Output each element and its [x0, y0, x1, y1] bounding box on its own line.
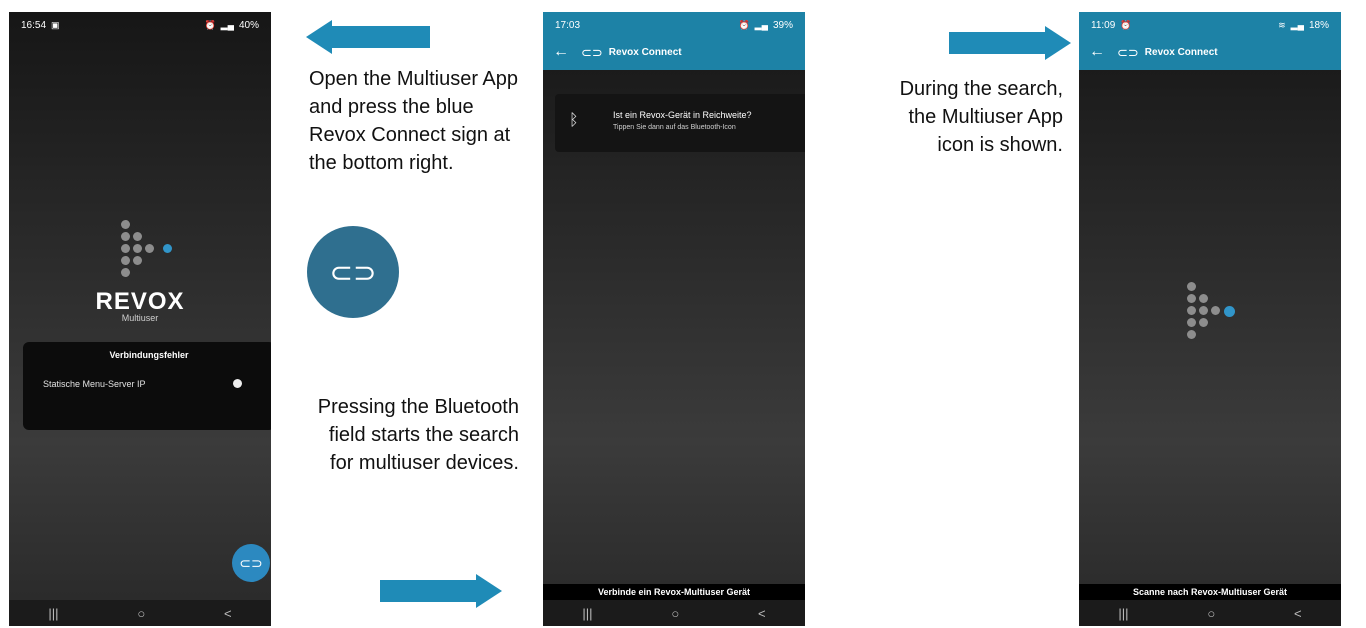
- alarm-icon: ⏰: [204, 19, 216, 30]
- connection-error-dialog: Verbindungsfehler Statische Menu-Server …: [23, 342, 271, 430]
- right-arrow-top: [949, 26, 1073, 60]
- alarm-icon: ⏰: [738, 19, 750, 30]
- wifi-icon: ≋: [1278, 19, 1286, 30]
- status-time: 16:54: [21, 19, 47, 31]
- link-icon: ⊂⊃: [1117, 44, 1139, 60]
- static-server-ip-label: Statische Menu-Server IP: [43, 379, 146, 389]
- link-icon: ⊂⊃: [581, 44, 603, 60]
- instruction-pressing-bluetooth: Pressing the Bluetooth field starts the …: [317, 396, 519, 474]
- phone-screen-2: 17:03 ⏰ ▂▄ 39% ← ⊂⊃ Revox Connect ᛒ Ist ei…: [543, 12, 805, 626]
- home-icon[interactable]: ○: [671, 606, 679, 621]
- brand-name: REVOX: [95, 288, 185, 315]
- status-bar: 17:03 ⏰ ▂▄ 39%: [543, 12, 805, 38]
- battery-level: 40%: [238, 19, 259, 31]
- home-icon[interactable]: ○: [1207, 606, 1215, 621]
- phone-screen-1: 16:54 ▣ ⏰ ▂▄ 40% REVOX Multiuser Verbindung…: [9, 12, 271, 626]
- status-time: 11:09: [1091, 19, 1116, 31]
- bluetooth-icon: ᛒ: [569, 112, 579, 129]
- bluetooth-card[interactable]: ᛒ Ist ein Revox-Gerät in Reichweite? Tip…: [555, 94, 805, 152]
- dialog-title: Verbindungsfehler: [109, 350, 189, 360]
- revox-logo-icon: [121, 220, 181, 280]
- back-arrow-icon[interactable]: ←: [1089, 44, 1105, 60]
- nav-bar: ||| ○ <: [1079, 600, 1341, 626]
- signal-icon: ▂▄: [220, 19, 234, 30]
- signal-icon: ▂▄: [754, 19, 768, 30]
- recent-apps-icon[interactable]: |||: [582, 606, 592, 621]
- instruction-during-search: During the search, the Multiuser App ico…: [899, 78, 1063, 156]
- gallery-icon: ▣: [51, 19, 60, 30]
- revox-connect-link-icon: ⊂⊃: [307, 226, 399, 318]
- app-bar: 17:03 ⏰ ▂▄ 39% ← ⊂⊃ Revox Connect: [543, 12, 805, 70]
- left-arrow: [306, 20, 430, 54]
- revox-connect-button[interactable]: ⊂⊃: [232, 544, 270, 582]
- appbar-title: Revox Connect: [1144, 46, 1218, 58]
- recent-apps-icon[interactable]: |||: [48, 606, 58, 621]
- recent-apps-icon[interactable]: |||: [1118, 606, 1128, 621]
- signal-icon: ▂▄: [1290, 19, 1304, 30]
- alarm-icon: ⏰: [1120, 19, 1132, 30]
- brand-subtitle: Multiuser: [121, 313, 159, 323]
- connect-label: Verbinde ein Revox-Multiuser Gerät: [543, 584, 805, 600]
- instruction-open-app: Open the Multiuser App and press the blu…: [309, 68, 519, 174]
- battery-level: 39%: [772, 19, 793, 31]
- status-bar: 11:09 ⏰ ≋ ▂▄ 18%: [1079, 12, 1341, 38]
- back-icon[interactable]: <: [758, 606, 766, 621]
- bluetooth-hint: Tippen Sie dann auf das Bluetooth-Icon: [613, 124, 736, 131]
- right-arrow-bottom: [380, 574, 504, 608]
- status-bar: 16:54 ▣ ⏰ ▂▄ 40%: [9, 12, 271, 38]
- status-time: 17:03: [555, 19, 581, 31]
- home-icon[interactable]: ○: [137, 606, 145, 621]
- nav-bar: ||| ○ <: [543, 600, 805, 626]
- back-icon[interactable]: <: [224, 606, 232, 621]
- battery-level: 18%: [1308, 19, 1329, 31]
- back-arrow-icon[interactable]: ←: [553, 44, 569, 60]
- link-icon: ⊂⊃: [239, 554, 263, 571]
- phone-screen-3: 11:09 ⏰ ≋ ▂▄ 18% ← ⊂⊃ Revox Connect Scanne …: [1079, 12, 1341, 626]
- bluetooth-prompt: Ist ein Revox-Gerät in Reichweite?: [613, 110, 752, 120]
- nav-bar: ||| ○ <: [9, 600, 271, 626]
- appbar-title: Revox Connect: [608, 46, 682, 58]
- static-ip-toggle[interactable]: [233, 379, 242, 388]
- back-icon[interactable]: <: [1294, 606, 1302, 621]
- scan-label: Scanne nach Revox-Multiuser Gerät: [1079, 584, 1341, 600]
- searching-logo-icon: [1187, 282, 1267, 362]
- app-bar: 11:09 ⏰ ≋ ▂▄ 18% ← ⊂⊃ Revox Connect: [1079, 12, 1341, 70]
